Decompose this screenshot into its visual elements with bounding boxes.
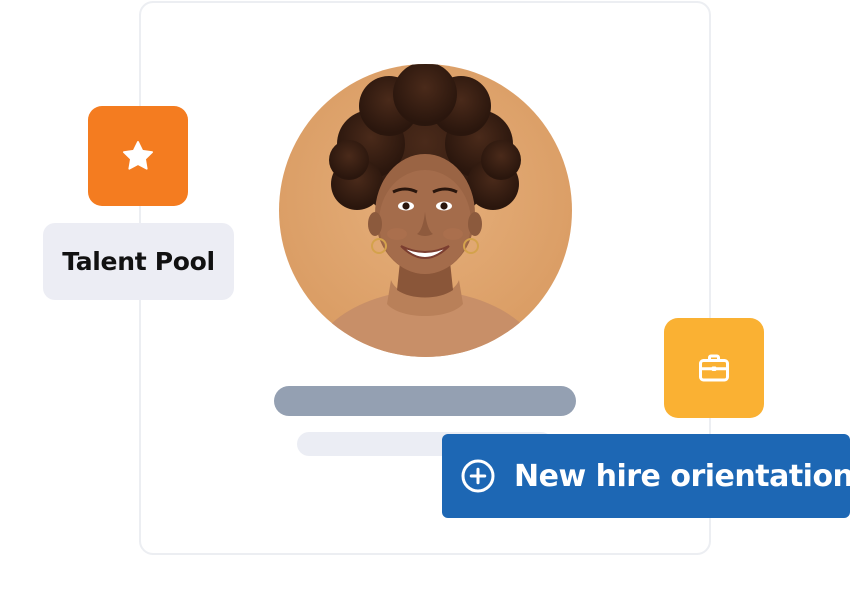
new-hire-orientation-button[interactable]: New hire orientation bbox=[442, 434, 850, 518]
star-icon bbox=[123, 141, 153, 170]
person-photo bbox=[279, 64, 572, 357]
new-hire-orientation-label: New hire orientation bbox=[514, 458, 850, 494]
plus-circle-icon bbox=[461, 459, 495, 493]
briefcase-icon bbox=[699, 354, 729, 382]
talent-pool-label: Talent Pool bbox=[62, 247, 215, 276]
talent-pool-chip: Talent Pool bbox=[43, 223, 234, 300]
briefcase-badge bbox=[664, 318, 764, 418]
name-placeholder-bar bbox=[274, 386, 576, 416]
talent-pool-badge bbox=[88, 106, 188, 206]
illustration: Talent Pool New hire orientation bbox=[0, 0, 850, 601]
avatar bbox=[279, 64, 572, 357]
